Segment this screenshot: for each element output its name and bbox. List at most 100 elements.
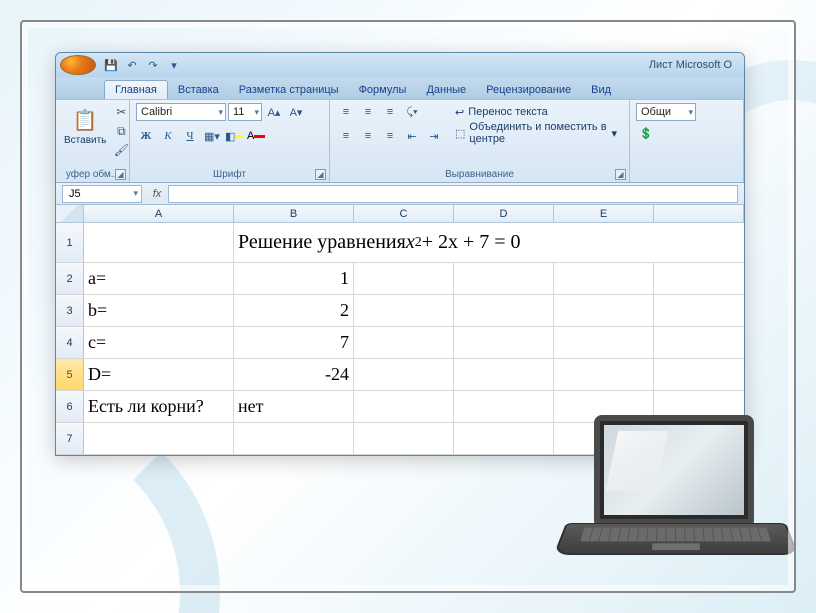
cell-d3[interactable] bbox=[454, 295, 554, 326]
row-header-2[interactable]: 2 bbox=[56, 263, 84, 294]
col-header-d[interactable]: D bbox=[454, 205, 554, 222]
clipboard-dialog-launcher[interactable]: ◢ bbox=[115, 169, 126, 180]
ribbon-group-number: Общи 💲 bbox=[630, 100, 744, 182]
align-left-icon[interactable]: ≡ bbox=[336, 127, 356, 145]
merge-center-button[interactable]: ⬚ Объединить и поместить в центре ▾ bbox=[452, 124, 623, 142]
cell-rest-3[interactable] bbox=[654, 295, 744, 326]
tab-view[interactable]: Вид bbox=[581, 81, 621, 99]
cell-a4[interactable]: c= bbox=[84, 327, 234, 358]
decrease-font-icon[interactable]: A▾ bbox=[286, 103, 306, 121]
cell-rest-2[interactable] bbox=[654, 263, 744, 294]
cell-e4[interactable] bbox=[554, 327, 654, 358]
orientation-icon[interactable]: ⤹▾ bbox=[402, 103, 422, 121]
select-all-corner[interactable] bbox=[56, 205, 84, 222]
cell-rest-4[interactable] bbox=[654, 327, 744, 358]
font-size-combo[interactable]: 11 bbox=[228, 103, 262, 121]
cell-b2[interactable]: 1 bbox=[234, 263, 354, 294]
col-header-a[interactable]: A bbox=[84, 205, 234, 222]
italic-button[interactable]: К bbox=[158, 127, 178, 145]
office-button[interactable] bbox=[60, 55, 96, 75]
format-painter-icon[interactable]: 🖌 bbox=[111, 141, 131, 159]
currency-icon[interactable]: 💲 bbox=[636, 124, 656, 142]
fill-color-button[interactable]: ◧ bbox=[224, 127, 244, 145]
font-color-button[interactable]: A bbox=[246, 127, 266, 145]
align-top-icon[interactable]: ≡ bbox=[336, 103, 356, 121]
name-box[interactable]: J5 bbox=[62, 185, 142, 203]
undo-icon[interactable]: ↶ bbox=[123, 56, 141, 74]
cut-icon[interactable]: ✂ bbox=[111, 103, 131, 121]
tab-page-layout[interactable]: Разметка страницы bbox=[229, 81, 349, 99]
cell-d7[interactable] bbox=[454, 423, 554, 454]
title-bar: 💾 ↶ ↷ ▾ Лист Microsoft O bbox=[56, 53, 744, 77]
copy-icon[interactable]: ⧉ bbox=[111, 122, 131, 140]
cell-e2[interactable] bbox=[554, 263, 654, 294]
ribbon-group-clipboard: 📋 Вставить ✂ ⧉ 🖌 уфер обм... ◢ bbox=[56, 100, 130, 182]
align-middle-icon[interactable]: ≡ bbox=[358, 103, 378, 121]
cell-d4[interactable] bbox=[454, 327, 554, 358]
cell-rest-5[interactable] bbox=[654, 359, 744, 390]
font-dialog-launcher[interactable]: ◢ bbox=[315, 169, 326, 180]
paste-button[interactable]: 📋 Вставить bbox=[62, 103, 108, 148]
cell-a5[interactable]: D= bbox=[84, 359, 234, 390]
fx-icon[interactable]: fx bbox=[146, 188, 168, 200]
increase-indent-icon[interactable]: ⇥ bbox=[424, 127, 444, 145]
save-icon[interactable]: 💾 bbox=[102, 56, 120, 74]
cell-e5[interactable] bbox=[554, 359, 654, 390]
cell-b4[interactable]: 7 bbox=[234, 327, 354, 358]
cell-b6[interactable]: нет bbox=[234, 391, 354, 422]
cell-c7[interactable] bbox=[354, 423, 454, 454]
cell-b5[interactable]: -24 bbox=[234, 359, 354, 390]
cell-a1[interactable] bbox=[84, 223, 234, 262]
row-header-4[interactable]: 4 bbox=[56, 327, 84, 358]
row-header-5[interactable]: 5 bbox=[56, 359, 84, 390]
cell-c5[interactable] bbox=[354, 359, 454, 390]
wrap-text-button[interactable]: ↩ Перенос текста bbox=[452, 103, 623, 121]
cell-a3[interactable]: b= bbox=[84, 295, 234, 326]
cell-a7[interactable] bbox=[84, 423, 234, 454]
tab-data[interactable]: Данные bbox=[416, 81, 476, 99]
tab-insert[interactable]: Вставка bbox=[168, 81, 229, 99]
align-center-icon[interactable]: ≡ bbox=[358, 127, 378, 145]
cell-d2[interactable] bbox=[454, 263, 554, 294]
eq-rest: + 2x + 7 = 0 bbox=[422, 231, 521, 254]
col-header-e[interactable]: E bbox=[554, 205, 654, 222]
cell-d5[interactable] bbox=[454, 359, 554, 390]
row-header-6[interactable]: 6 bbox=[56, 391, 84, 422]
col-header-b[interactable]: B bbox=[234, 205, 354, 222]
cell-rest-1[interactable] bbox=[654, 223, 744, 262]
decrease-indent-icon[interactable]: ⇤ bbox=[402, 127, 422, 145]
tab-home[interactable]: Главная bbox=[104, 80, 168, 99]
cell-a2[interactable]: a= bbox=[84, 263, 234, 294]
redo-icon[interactable]: ↷ bbox=[144, 56, 162, 74]
tab-review[interactable]: Рецензирование bbox=[476, 81, 581, 99]
cell-c3[interactable] bbox=[354, 295, 454, 326]
col-header-c[interactable]: C bbox=[354, 205, 454, 222]
cell-d6[interactable] bbox=[454, 391, 554, 422]
number-format-combo[interactable]: Общи bbox=[636, 103, 696, 121]
underline-button[interactable]: Ч bbox=[180, 127, 200, 145]
align-bottom-icon[interactable]: ≡ bbox=[380, 103, 400, 121]
tab-formulas[interactable]: Формулы bbox=[349, 81, 417, 99]
font-group-label: Шрифт bbox=[130, 168, 329, 181]
cell-c6[interactable] bbox=[354, 391, 454, 422]
cell-b1-merged[interactable]: Решение уравнения x2 + 2x + 7 = 0 bbox=[234, 223, 654, 262]
bold-button[interactable]: Ж bbox=[136, 127, 156, 145]
align-right-icon[interactable]: ≡ bbox=[380, 127, 400, 145]
formula-bar[interactable] bbox=[168, 185, 738, 203]
column-headers: A B C D E bbox=[56, 205, 744, 223]
font-name-combo[interactable]: Calibri bbox=[136, 103, 226, 121]
row-header-3[interactable]: 3 bbox=[56, 295, 84, 326]
cell-b7[interactable] bbox=[234, 423, 354, 454]
cell-c4[interactable] bbox=[354, 327, 454, 358]
alignment-dialog-launcher[interactable]: ◢ bbox=[615, 169, 626, 180]
row-header-1[interactable]: 1 bbox=[56, 223, 84, 262]
cell-b3[interactable]: 2 bbox=[234, 295, 354, 326]
wrap-text-icon: ↩ bbox=[455, 106, 464, 119]
cell-c2[interactable] bbox=[354, 263, 454, 294]
qat-dropdown-icon[interactable]: ▾ bbox=[165, 56, 183, 74]
row-header-7[interactable]: 7 bbox=[56, 423, 84, 454]
cell-a6[interactable]: Есть ли корни? bbox=[84, 391, 234, 422]
cell-e3[interactable] bbox=[554, 295, 654, 326]
border-button[interactable]: ▦▾ bbox=[202, 127, 222, 145]
increase-font-icon[interactable]: A▴ bbox=[264, 103, 284, 121]
